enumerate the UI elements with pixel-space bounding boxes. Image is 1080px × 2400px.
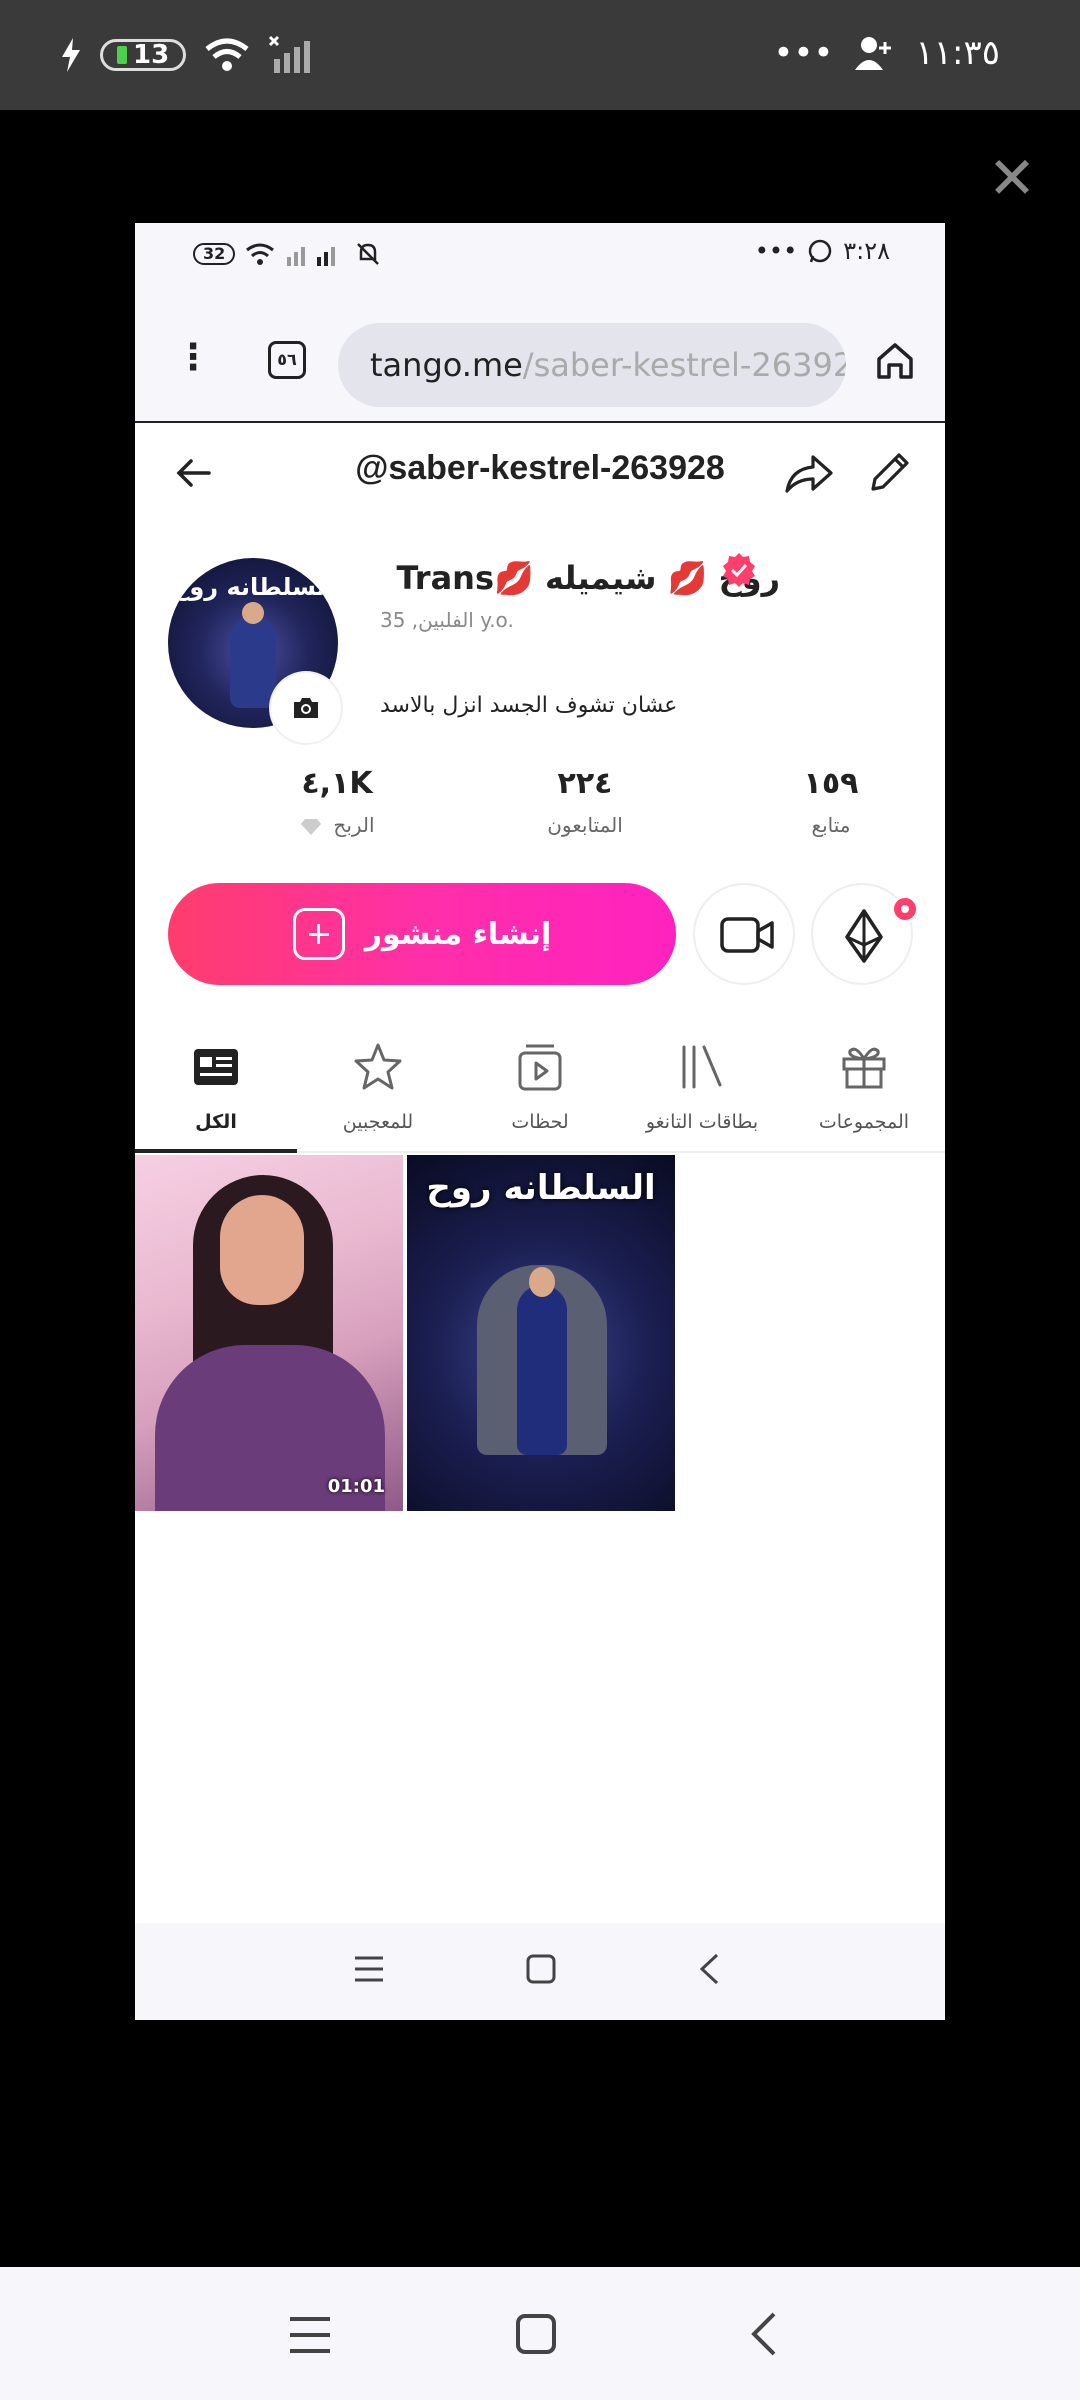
- add-contact-icon: [855, 37, 892, 70]
- recents-icon[interactable]: [288, 2315, 332, 2355]
- cards-icon: [682, 1045, 722, 1089]
- clock: ١١:٣٥: [915, 33, 1000, 73]
- inner-status-right: ••• ٣:٢٨: [755, 237, 890, 265]
- thumbnail-figure: [517, 1285, 567, 1455]
- status-right: ••• ١١:٣٥: [773, 28, 1000, 78]
- followers-value: ٢٢٤: [557, 766, 613, 801]
- video-camera-icon: [720, 917, 774, 953]
- post-thumbnail[interactable]: السلطانه روح: [407, 1155, 675, 1511]
- status-bar: 13 ••• ١١:٣٥: [0, 0, 1080, 110]
- inner-navigation-bar: [135, 1923, 945, 2020]
- battery-level: 13: [133, 40, 170, 70]
- signal-icon: [269, 35, 311, 73]
- earnings-label-text: الربح: [333, 813, 375, 837]
- wifi-icon: [205, 38, 249, 71]
- back-chevron-icon[interactable]: [748, 2311, 778, 2357]
- profile-tabs: الكل للمعجبين لحظات بطاقات التانغو المجم…: [135, 1023, 945, 1153]
- thumbnail-overlay-text: السلطانه روح: [426, 1168, 656, 1208]
- earnings-value: ٤,١K: [301, 766, 373, 801]
- navigation-bar: [0, 2267, 1080, 2400]
- moments-icon: [518, 1044, 562, 1091]
- more-indicator: •••: [773, 33, 834, 73]
- tab-fans[interactable]: للمعجبين: [297, 1023, 459, 1153]
- following-label: متابع: [811, 813, 851, 837]
- tab-label: للمعجبين: [342, 1111, 414, 1133]
- edit-pencil-icon[interactable]: [865, 449, 913, 497]
- tab-switcher-button[interactable]: ٥٦: [268, 341, 306, 379]
- earnings-label: الربح: [247, 813, 427, 837]
- battery-indicator: 13: [100, 39, 187, 71]
- thumbnail-face: [220, 1195, 304, 1305]
- star-icon: [354, 1043, 402, 1090]
- profile-bio: عشان تشوف الجسد انزل بالاسد: [380, 693, 678, 718]
- tab-label: المجموعات: [818, 1111, 910, 1133]
- video-duration: 01:01: [327, 1476, 385, 1497]
- tab-tango-cards[interactable]: بطاقات التانغو: [621, 1023, 783, 1153]
- inner-signal-icon: [287, 247, 336, 266]
- go-live-button[interactable]: [693, 883, 795, 985]
- ethereum-icon: [845, 909, 883, 963]
- inner-wifi-icon: [246, 243, 275, 265]
- create-post-button[interactable]: إنشاء منشور: [168, 883, 676, 985]
- profile-header: @saber-kestrel-263928: [135, 425, 945, 521]
- post-thumbnail[interactable]: 01:01: [135, 1155, 403, 1511]
- recents-icon[interactable]: [353, 1955, 385, 1983]
- tab-all[interactable]: الكل: [135, 1023, 297, 1153]
- stat-earnings[interactable]: ٤,١K الربح: [247, 766, 427, 837]
- notification-dot: [891, 895, 919, 923]
- inner-status-left: 32: [193, 241, 381, 267]
- tab-collections[interactable]: المجموعات: [783, 1023, 945, 1153]
- avatar-figure-head: [242, 602, 264, 624]
- whatsapp-icon: [808, 239, 832, 263]
- plus-icon: [292, 908, 345, 960]
- close-icon[interactable]: ✕: [982, 148, 1042, 208]
- shared-screenshot: 32 ••• ٣:٢٨ ⋮ ٥٦ tango.me/saber-kestrel-…: [135, 223, 945, 2020]
- home-square-icon[interactable]: [515, 2313, 557, 2355]
- followers-label: المتابعون: [547, 813, 623, 837]
- inner-more: •••: [754, 237, 798, 265]
- charging-icon: [62, 38, 80, 72]
- tab-label: بطاقات التانغو: [645, 1111, 759, 1133]
- tab-label: لحظات: [511, 1111, 569, 1133]
- active-tab-indicator: [135, 1149, 297, 1153]
- verified-badge-icon: [723, 553, 755, 587]
- thumbnail-figure-head: [529, 1267, 555, 1297]
- share-icon[interactable]: [783, 451, 835, 495]
- change-avatar-button[interactable]: [271, 673, 341, 743]
- stat-following[interactable]: ١٥٩ متابع: [741, 766, 921, 837]
- following-value: ١٥٩: [803, 766, 859, 801]
- age-location: الفلبين, 35 y.o.: [380, 608, 514, 632]
- stat-followers[interactable]: ٢٢٤ المتابعون: [495, 766, 675, 837]
- address-bar[interactable]: tango.me/saber-kestrel-263928: [338, 323, 846, 407]
- url-host: tango.me: [370, 346, 523, 384]
- inner-clock: ٣:٢٨: [843, 237, 890, 265]
- avatar-figure: [230, 616, 276, 708]
- create-post-label: إنشاء منشور: [364, 916, 552, 952]
- inner-status-bar: 32 ••• ٣:٢٨: [135, 223, 945, 293]
- diamond-icon: [301, 818, 322, 835]
- mute-icon: [357, 243, 380, 265]
- back-chevron-icon[interactable]: [697, 1953, 721, 1985]
- home-square-icon[interactable]: [525, 1953, 557, 1985]
- home-icon[interactable]: [875, 341, 915, 381]
- avatar-title: السلطانه روح: [172, 573, 334, 601]
- inner-battery: 32: [193, 243, 236, 265]
- url-path: /saber-kestrel-263928: [522, 346, 846, 384]
- camera-icon: [294, 698, 318, 718]
- browser-menu-button[interactable]: ⋮: [175, 333, 211, 383]
- status-left: 13: [60, 30, 316, 80]
- tab-label: الكل: [195, 1111, 237, 1133]
- gift-icon: [842, 1047, 886, 1089]
- browser-toolbar: ⋮ ٥٦ tango.me/saber-kestrel-263928: [135, 293, 945, 423]
- feed-icon: [194, 1049, 238, 1085]
- tab-moments[interactable]: لحظات: [459, 1023, 621, 1153]
